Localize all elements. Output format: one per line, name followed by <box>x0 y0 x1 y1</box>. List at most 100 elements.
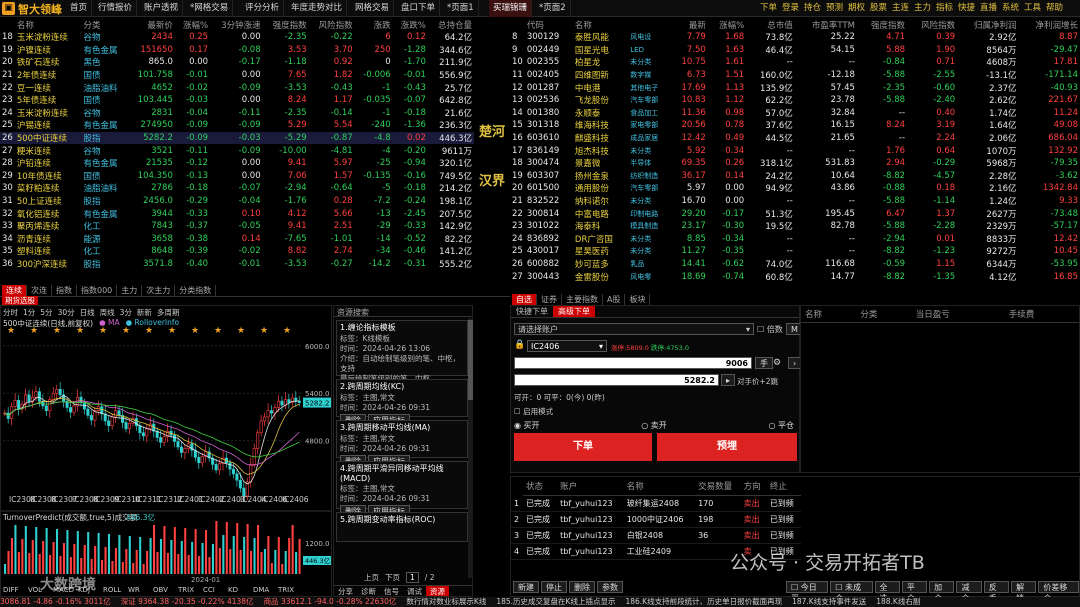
futures-col-header[interactable]: 总持仓量 <box>428 18 474 31</box>
menu-7[interactable]: 主力 <box>914 0 931 17</box>
table-row[interactable]: 29 10年债连续 国债 104.350 -0.13 0.00 7.06 1.57 -0.135… <box>0 170 474 183</box>
table-row[interactable]: 26 600882 妙可蓝多 乳品 14.41 -0.62 74.0亿 116.68 -0.59… <box>510 258 1080 271</box>
orders-action-button[interactable]: 新建 <box>513 581 539 593</box>
table-row[interactable]: 34 沥青连续 能源 3658 -0.38 0.14 -7.65 -1.01 -14 -0.52 8… <box>0 233 474 246</box>
futures-col-header[interactable]: 涨跌 <box>355 18 393 31</box>
indicator-item[interactable]: 3.跨周期移动平均线(MA) 标签：主图,常文 时间：2024-04-26 09:3… <box>336 420 468 467</box>
futures-subtab[interactable]: 次主力 <box>142 285 176 296</box>
stock-col-header[interactable]: 市盈率TTM <box>795 18 857 31</box>
orders-control[interactable]: ☐ 未成合 <box>830 581 873 603</box>
orders-action-button[interactable]: 停止 <box>541 581 567 593</box>
radio-close[interactable]: ○ 平仓 <box>768 420 794 431</box>
indicator-item[interactable]: 5.跨周期变动率指标(ROC) <box>336 512 468 542</box>
indicator-panel-tab[interactable]: 调试 <box>403 586 426 596</box>
tab-2[interactable]: 账户透视 <box>140 0 184 17</box>
orders-col-header[interactable]: 方向 <box>740 477 767 496</box>
table-row[interactable]: 19 603307 扬州金泉 纺织制造 36.17 0.14 24.2亿 10.64 -8.82… <box>510 170 1080 183</box>
positions-col-header[interactable]: 当日盈亏 <box>911 306 1005 323</box>
price-mode-button[interactable]: ▸ <box>721 374 736 386</box>
tab-3[interactable]: *网格交易 <box>186 0 234 17</box>
indicator-item[interactable]: 2.跨周期均线(KC)标签：主图,常文时间：2024-04-26 09:31删除… <box>336 379 468 426</box>
tab-quick-order[interactable]: 快捷下单 <box>511 306 553 317</box>
indicator-tab[interactable]: CCI <box>203 586 215 594</box>
table-row[interactable]: 21 2年债连续 国债 101.758 -0.01 0.00 7.65 1.82 -0.006 -… <box>0 69 474 82</box>
futures-col-header[interactable]: 名称 <box>15 18 82 31</box>
futures-subtab[interactable]: 连续 <box>2 285 27 296</box>
table-row[interactable]: 2 已完成 tbf_yuhui123 1000中证2406 198 卖出 已到频 <box>511 511 801 528</box>
table-row[interactable]: 15 301318 维海科技 家电零部 20.56 0.78 37.6亿 16.15 8.24 3… <box>510 119 1080 132</box>
stock-col-header[interactable]: 归属净利润 <box>957 18 1018 31</box>
menu-5[interactable]: 股票 <box>870 0 887 17</box>
orders-col-header[interactable]: 状态 <box>523 477 558 496</box>
table-row[interactable]: 1 已完成 tbf_yuhui123 玻纤集运2408 170 卖出 已到频 <box>511 495 801 512</box>
radio-sell-open[interactable]: ○ 卖开 <box>641 420 667 431</box>
menu-2[interactable]: 持仓 <box>804 0 821 17</box>
orders-col-header[interactable]: 名称 <box>623 477 696 496</box>
indicator-search-header[interactable]: 资源搜索 <box>334 306 472 317</box>
tab-0[interactable]: 首页 <box>66 0 93 17</box>
orders-col-header[interactable]: 账户 <box>557 477 624 496</box>
table-row[interactable]: 27 粳米连续 谷物 3521 -0.11 -0.09 -10.00 -4.81 -4 -0.20… <box>0 144 474 157</box>
prev-page-button[interactable]: 上页 <box>364 572 379 583</box>
positions-col-header[interactable]: 手续费 <box>1004 306 1079 323</box>
tab-8[interactable]: *页面1 <box>443 0 479 17</box>
tab-7[interactable]: 盘口下单 <box>397 0 441 17</box>
multiplier-checkbox[interactable]: ☐ 倍数 <box>757 324 783 335</box>
stock-col-header[interactable]: 最新 <box>670 18 707 31</box>
contract-select[interactable]: IC2406 ▾ <box>527 340 607 352</box>
table-row[interactable]: 23 301022 海泰科 模具制造 23.17 -0.30 19.5亿 82.78 -5.88… <box>510 220 1080 233</box>
tab-9[interactable]: 买瑞锦珊 <box>489 0 533 17</box>
orders-control[interactable]: 减仓 <box>956 581 982 603</box>
indicator-tab[interactable]: KD <box>228 586 238 594</box>
stock-col-header[interactable]: 风险指数 <box>907 18 957 31</box>
orders-control[interactable]: 加仓 <box>929 581 955 603</box>
preset-order-button[interactable]: 预埋 <box>657 433 797 461</box>
stock-subtab[interactable]: 主要指数 <box>562 294 603 305</box>
futures-col-header[interactable]: 涨跌% <box>393 18 428 31</box>
tab-advanced-order[interactable]: 高级下单 <box>553 306 595 317</box>
menu-3[interactable]: 预测 <box>826 0 843 17</box>
futures-col-header[interactable]: 强度指数 <box>263 18 309 31</box>
table-row[interactable]: 20 铁矿石连续 黑色 865.0 0.00 -0.17 -1.18 0.92 0 -1.70 21… <box>0 56 474 69</box>
kline-svg[interactable]: 6000.0 5400.0 4800.0 ★ ★ ★ ★ ★ ★ ★ ★ ★ ★ ★ ★ ★ 5282.2 IC2… <box>1 306 331 596</box>
indicator-scrollbar[interactable] <box>468 318 473 578</box>
futures-subtab[interactable]: 主力 <box>117 285 143 296</box>
indicator-panel-tab[interactable]: 诊断 <box>357 586 380 596</box>
futures-subtab[interactable]: 次连 <box>27 285 52 296</box>
table-row[interactable]: 24 玉米淀粉连续 谷物 2831 -0.04 -0.11 -2.35 -0.14 -1 -0.1… <box>0 107 474 120</box>
tab-5[interactable]: 年度走势对比 <box>287 0 348 17</box>
futures-col-header[interactable]: 3分钟涨速 <box>210 18 263 31</box>
indicator-tab[interactable]: DMA <box>253 586 269 594</box>
table-row[interactable]: 8 300129 泰胜风能 风电设 7.79 1.68 73.8亿 25.22 4.71 0.39… <box>510 31 1080 44</box>
futures-col-header[interactable]: 风险指数 <box>309 18 355 31</box>
table-row[interactable]: 21 832522 纳科诺尔 未分类 16.70 0.00 -- -- -5.88 -1.14 1.… <box>510 195 1080 208</box>
table-row[interactable]: 33 聚丙烯连续 化工 7843 -0.37 -0.05 9.41 2.51 -29 -0.33 1… <box>0 220 474 233</box>
menu-13[interactable]: 帮助 <box>1046 0 1063 17</box>
table-row[interactable]: 10 002355 柏星龙 未分类 10.75 1.61 -- -- -0.84 0.71 4608… <box>510 56 1080 69</box>
futures-subtab[interactable]: 分类指数 <box>175 285 217 296</box>
menu-8[interactable]: 指标 <box>936 0 953 17</box>
lock-icon[interactable]: 🔒 <box>514 340 525 350</box>
menu-4[interactable]: 期权 <box>848 0 865 17</box>
orders-control[interactable]: 反手 <box>983 581 1010 603</box>
menu-1[interactable]: 登录 <box>782 0 799 17</box>
tab-10[interactable]: *页面2 <box>535 0 571 17</box>
radio-buy-open[interactable]: ◉ 买开 <box>514 420 540 431</box>
table-row[interactable]: 36 300沪深连续 股指 3571.8 -0.40 -0.01 -3.53 -0.27 -14… <box>0 258 474 271</box>
table-row[interactable]: 17 836149 旭杰科技 未分类 5.92 0.34 -- -- 1.76 0.64 1070万… <box>510 144 1080 157</box>
stock-col-header[interactable]: 强度指数 <box>857 18 907 31</box>
stock-subtab[interactable]: 自选 <box>512 294 537 305</box>
menu-6[interactable]: 主连 <box>892 0 909 17</box>
indicator-tab[interactable]: TRIX <box>277 586 294 594</box>
hand-button[interactable]: 手 <box>755 357 773 369</box>
page-number[interactable]: 1 <box>406 572 419 583</box>
enable-mode-checkbox[interactable]: ☐ 启用模式 <box>514 406 553 417</box>
menu-0[interactable]: 下单 <box>760 0 777 17</box>
stock-subtab[interactable]: 证券 <box>537 294 562 305</box>
futures-subtab[interactable]: 指数000 <box>77 285 118 296</box>
positions-col-header[interactable]: 名称 <box>801 306 857 323</box>
gear-icon[interactable]: ⚙ <box>773 358 781 368</box>
table-row[interactable]: 28 沪铅连续 有色金属 21535 -0.12 0.00 9.41 5.97 -25 -0.94… <box>0 157 474 170</box>
orders-col-header[interactable]: 交易数量 <box>695 477 741 496</box>
table-row[interactable]: 22 300814 中富电路 印制电路 29.20 -0.17 51.3亿 195.45 6.4… <box>510 207 1080 220</box>
